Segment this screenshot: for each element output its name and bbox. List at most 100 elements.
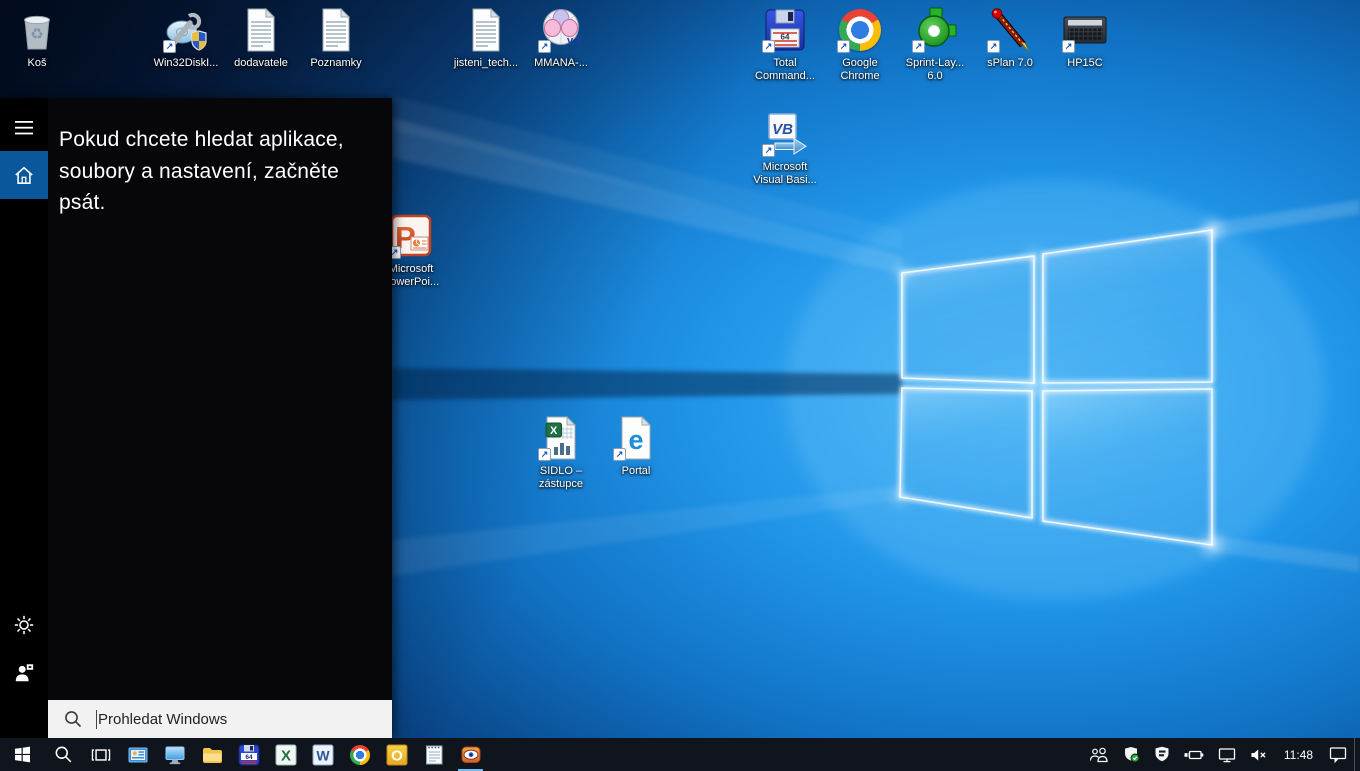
icon-label: Win32DiskI... — [154, 57, 219, 70]
start-button[interactable] — [0, 738, 45, 771]
eye-app-icon — [459, 743, 483, 767]
desktop-icon-portal[interactable]: e ↗ Portal — [598, 414, 674, 478]
desktop-icon-google-chrome[interactable]: ↗ GoogleChrome — [822, 6, 898, 83]
gear-icon — [13, 614, 35, 636]
shortcut-arrow: ↗ — [163, 40, 176, 53]
excel-document-icon: X ↗ — [537, 414, 585, 462]
svg-text:♻: ♻ — [30, 26, 43, 43]
icon-label: Poznamky — [310, 57, 361, 70]
shortcut-arrow: ↗ — [538, 448, 551, 461]
action-center-button[interactable] — [1322, 738, 1354, 771]
taskbar-search-button[interactable] — [45, 738, 82, 771]
taskbar-app-word[interactable]: W — [304, 738, 341, 771]
taskbar: 64 X W O — [0, 738, 1360, 771]
hamburger-menu-button[interactable] — [0, 104, 48, 152]
feedback-person-icon — [13, 662, 35, 684]
svg-text:X: X — [550, 425, 558, 437]
defender-shield-icon — [1123, 746, 1140, 763]
tray-defender-button[interactable] — [1116, 738, 1147, 771]
icon-label: Sprint-Lay...6.0 — [906, 57, 965, 83]
show-desktop-button[interactable] — [1354, 738, 1360, 771]
desktop-icon-jisteni-tech[interactable]: jisteni_tech... — [448, 6, 524, 70]
outlook-icon: O — [385, 743, 409, 767]
icon-label: Koš — [28, 57, 47, 70]
text-document-icon — [312, 6, 360, 54]
desktop-icon-hp15c[interactable]: ↗ HP15C — [1047, 6, 1123, 70]
mail-app-icon — [126, 743, 150, 767]
tray-battery-button[interactable] — [1177, 738, 1211, 771]
search-hint-text: Pokud chcete hledat aplikace, soubory a … — [59, 124, 377, 219]
desktop-icon-recycle-bin[interactable]: ♻ Koš — [0, 6, 75, 70]
windows-desktop: ♻ Koš ↗ Win32DiskI... — [0, 0, 1360, 771]
search-panel-sidebar — [0, 98, 48, 738]
powerpoint-icon: P ↗ — [387, 212, 435, 260]
taskbar-app-notepad[interactable] — [415, 738, 452, 771]
search-icon — [64, 710, 82, 728]
mmana-antenna-icon: v.3 ↗ — [537, 6, 585, 54]
desktop-icon-dodavatele[interactable]: dodavatele — [223, 6, 299, 70]
recycle-bin-icon: ♻ — [13, 6, 61, 54]
desktop-icon-splan[interactable]: ↗ sPlan 7.0 — [972, 6, 1048, 70]
icon-label: HP15C — [1067, 57, 1102, 70]
battery-charging-icon — [1184, 748, 1204, 762]
shortcut-arrow: ↗ — [762, 144, 775, 157]
taskbar-app-total-commander[interactable]: 64 — [230, 738, 267, 771]
icon-label: Portal — [622, 465, 651, 478]
shortcut-arrow: ↗ — [762, 40, 775, 53]
notepad-icon — [422, 743, 446, 767]
tray-security-app-button[interactable] — [1147, 738, 1177, 771]
sidebar-item-feedback[interactable] — [0, 649, 48, 697]
search-icon — [54, 745, 73, 764]
svg-text:O: O — [391, 747, 403, 764]
network-ethernet-icon — [1218, 747, 1236, 763]
task-view-icon — [90, 746, 112, 764]
search-panel: Pokud chcete hledat aplikace, soubory a … — [0, 98, 392, 738]
search-input[interactable] — [98, 711, 392, 728]
sidebar-item-settings[interactable] — [0, 601, 48, 649]
visual-basic-icon: VB ↗ — [761, 110, 809, 158]
desktop-icon-total-commander[interactable]: 64 ↗ TotalCommand... — [747, 6, 823, 83]
desktop-icon-sprint-layout[interactable]: ↗ Sprint-Lay...6.0 — [897, 6, 973, 83]
icon-label: sPlan 7.0 — [987, 57, 1033, 70]
svg-text:64: 64 — [781, 33, 790, 42]
taskbar-app-mail[interactable] — [119, 738, 156, 771]
shortcut-arrow: ↗ — [538, 40, 551, 53]
desktop-icon-visual-basic[interactable]: VB ↗ MicrosoftVisual Basi... — [747, 110, 823, 187]
svg-text:W: W — [316, 747, 330, 763]
taskbar-app-photo-viewer-running[interactable] — [452, 738, 489, 771]
desktop-icon-poznamky[interactable]: Poznamky — [298, 6, 374, 70]
text-caret — [96, 710, 97, 729]
file-explorer-icon — [200, 743, 224, 767]
task-view-button[interactable] — [82, 738, 119, 771]
taskbar-app-chrome[interactable] — [341, 738, 378, 771]
taskbar-app-this-pc[interactable] — [156, 738, 193, 771]
word-icon: W — [311, 743, 335, 767]
sidebar-item-home[interactable] — [0, 151, 48, 199]
home-icon — [13, 165, 35, 185]
icon-label: MMANA-... — [534, 57, 588, 70]
desktop-icon-win32diskimager[interactable]: ↗ Win32DiskI... — [148, 6, 224, 70]
desktop-icon-sidlo-excel[interactable]: X ↗ SIDLO –zástupce — [523, 414, 599, 491]
svg-text:e: e — [628, 425, 643, 455]
tray-volume-button[interactable] — [1243, 738, 1275, 771]
edge-document-icon: e ↗ — [612, 414, 660, 462]
icon-label: MicrosoftVisual Basi... — [753, 161, 816, 187]
excel-icon: X — [274, 743, 298, 767]
system-tray: 11:48 — [1082, 738, 1360, 771]
svg-text:VB: VB — [772, 121, 793, 138]
taskbar-app-outlook[interactable]: O — [378, 738, 415, 771]
shortcut-arrow: ↗ — [1062, 40, 1075, 53]
tray-people-button[interactable] — [1082, 738, 1116, 771]
text-document-icon — [237, 6, 285, 54]
text-document-icon — [462, 6, 510, 54]
desktop-icon-mmana[interactable]: v.3 ↗ MMANA-... — [523, 6, 599, 70]
icon-label: SIDLO –zástupce — [539, 465, 583, 491]
taskbar-app-excel[interactable]: X — [267, 738, 304, 771]
splan-pencil-icon: ↗ — [986, 6, 1034, 54]
tray-network-button[interactable] — [1211, 738, 1243, 771]
f-secure-shield-icon — [1154, 746, 1170, 763]
shortcut-arrow: ↗ — [613, 448, 626, 461]
taskbar-app-file-explorer[interactable] — [193, 738, 230, 771]
search-box[interactable] — [48, 700, 392, 738]
tray-clock[interactable]: 11:48 — [1275, 748, 1322, 762]
